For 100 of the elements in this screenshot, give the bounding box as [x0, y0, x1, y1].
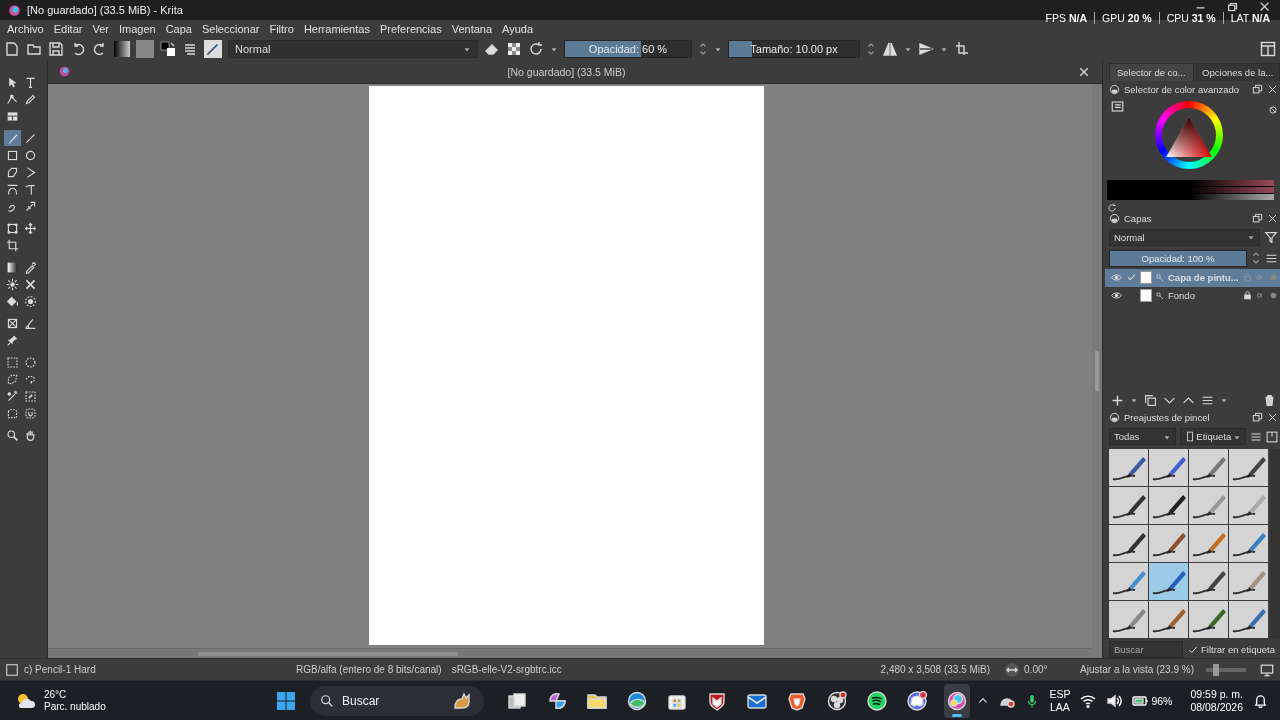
brush-preset-thumbnail[interactable] [1229, 487, 1268, 524]
crop-tool-icon[interactable] [6, 238, 19, 252]
transform-tool-icon[interactable] [6, 221, 19, 235]
lion-shield-icon[interactable] [787, 690, 807, 711]
shield-icon[interactable] [707, 690, 727, 711]
bezier-select-icon[interactable] [6, 406, 19, 420]
line-tool-icon[interactable] [24, 131, 37, 145]
menu-item[interactable]: Herramientas [298, 23, 375, 35]
color-sliders[interactable] [1107, 180, 1274, 201]
trash-icon[interactable] [1263, 393, 1276, 407]
brush-settings-icon[interactable] [182, 41, 198, 57]
sound-waves-icon[interactable] [867, 690, 887, 711]
record-icon[interactable] [827, 690, 847, 711]
lock-dock-icon[interactable] [1109, 412, 1120, 424]
slider[interactable]: Tamaño: 10.00 px [728, 40, 860, 58]
brush-preset-thumbnail[interactable] [1109, 563, 1148, 600]
wrap-around-icon[interactable] [954, 41, 970, 57]
ellipse-select-icon[interactable] [24, 355, 37, 369]
filter-icon[interactable] [1264, 230, 1278, 245]
duplicate-icon[interactable] [1144, 393, 1157, 407]
close-button[interactable] [1258, 2, 1272, 12]
reset-icon[interactable] [1107, 203, 1117, 214]
document-tab-title[interactable]: [No guardado] (33.5 MiB) [75, 65, 1074, 78]
close-icon[interactable] [1078, 65, 1090, 78]
brush-preset-thumbnail[interactable] [1229, 563, 1268, 600]
pen-nib-icon[interactable] [24, 92, 37, 106]
cross-arrows-icon[interactable] [24, 277, 37, 291]
slider[interactable]: Opacidad: 60 % [564, 40, 692, 58]
reload-icon[interactable] [528, 41, 544, 57]
magic-wand-icon[interactable] [6, 389, 19, 403]
menu-item[interactable]: Editar [48, 23, 88, 35]
magnetic-select-icon[interactable] [24, 406, 37, 420]
blend-mode-dropdown[interactable]: Normal [1109, 228, 1260, 246]
arrow-pointer-icon[interactable] [6, 75, 19, 89]
swirl-icon[interactable] [547, 690, 567, 711]
tag-dropdown[interactable]: Etiqueta [1179, 428, 1246, 445]
gradient-swatch-icon[interactable] [114, 41, 130, 57]
brush-preset-thumbnail[interactable] [1229, 601, 1268, 638]
brush-preset-thumbnail[interactable] [1109, 487, 1148, 524]
taskbar-search-field[interactable]: Buscar [310, 685, 484, 716]
float-icon[interactable] [1252, 212, 1263, 224]
mirror-horizontal-icon[interactable] [882, 41, 898, 57]
mirror-vertical-icon[interactable] [918, 41, 934, 57]
brush-preset-thumbnail[interactable] [1189, 525, 1228, 562]
layout-grid-icon[interactable] [6, 109, 19, 123]
brush-preset-thumbnail[interactable] [1149, 487, 1188, 524]
paint-bucket-icon[interactable] [6, 294, 19, 308]
text-tool-icon[interactable] [24, 75, 37, 89]
new-document-icon[interactable] [4, 41, 20, 57]
slider-thumb[interactable] [1213, 663, 1219, 676]
polyline-tool-icon[interactable] [24, 165, 37, 179]
polygon-select-icon[interactable] [6, 372, 19, 386]
search-field[interactable]: Buscar [1109, 641, 1183, 658]
checkerboard-icon[interactable] [506, 41, 522, 57]
menu-item[interactable]: Seleccionar [196, 23, 265, 35]
menu-item[interactable]: Archivo [2, 23, 49, 35]
node-edit-icon[interactable] [6, 92, 19, 106]
hand-icon[interactable] [24, 428, 37, 442]
menu-item[interactable]: Ver [87, 23, 114, 35]
save-icon[interactable] [48, 41, 64, 57]
folder-icon[interactable] [26, 41, 42, 57]
eye-icon[interactable] [1111, 290, 1122, 302]
polygon-tool-icon[interactable] [6, 165, 19, 179]
brush-preset-thumbnail[interactable] [1149, 563, 1188, 600]
start-menu-icon[interactable] [276, 690, 296, 711]
close-icon[interactable] [1267, 412, 1278, 424]
monitor-icon[interactable] [1260, 662, 1274, 677]
zoom-icon[interactable] [6, 428, 19, 442]
eyedropper-icon[interactable] [24, 260, 37, 274]
close-icon[interactable] [1267, 212, 1278, 224]
preset-filter-dropdown[interactable]: Todas [1109, 428, 1176, 445]
horizontal-scrollbar[interactable] [48, 648, 1092, 658]
brush-preset-thumbnail[interactable] [1109, 449, 1148, 486]
brush-preset-thumbnail[interactable] [1149, 601, 1188, 638]
blend-mode-dropdown[interactable]: Normal [228, 40, 478, 58]
menu-item[interactable]: Preferencias [374, 23, 447, 35]
rotation-icon[interactable] [1004, 661, 1021, 678]
menu-item[interactable]: Imagen [113, 23, 161, 35]
freehand-path-icon[interactable] [24, 182, 37, 196]
brush-preset-thumbnail[interactable] [1109, 525, 1148, 562]
clock-date[interactable]: 08/08/2026 [1190, 700, 1243, 714]
ellipse-tool-icon[interactable] [24, 148, 37, 162]
gradient-tool-icon[interactable] [6, 260, 19, 274]
pushpin-icon[interactable] [6, 333, 19, 347]
language-indicator[interactable]: ESP [1049, 687, 1071, 701]
move-tool-icon[interactable] [24, 221, 37, 235]
vertical-scrollbar[interactable] [1092, 84, 1102, 658]
enclose-fill-icon[interactable] [24, 294, 37, 308]
lock-dock-icon[interactable] [1109, 83, 1120, 95]
assistant-tool-icon[interactable] [6, 316, 19, 330]
spin-buttons-icon[interactable] [866, 41, 876, 57]
brush-preset-thumbnail[interactable] [1149, 449, 1188, 486]
no-color-icon[interactable] [1268, 105, 1278, 116]
multibrush-icon[interactable] [24, 199, 37, 213]
rectangle-tool-icon[interactable] [6, 148, 19, 162]
lock-icon[interactable] [1243, 291, 1252, 301]
brush-preset-thumbnail[interactable] [1149, 525, 1188, 562]
brush-preset-thumbnail[interactable] [1189, 449, 1228, 486]
pattern-swatch-icon[interactable] [136, 40, 154, 58]
globe-icon[interactable] [627, 690, 647, 711]
